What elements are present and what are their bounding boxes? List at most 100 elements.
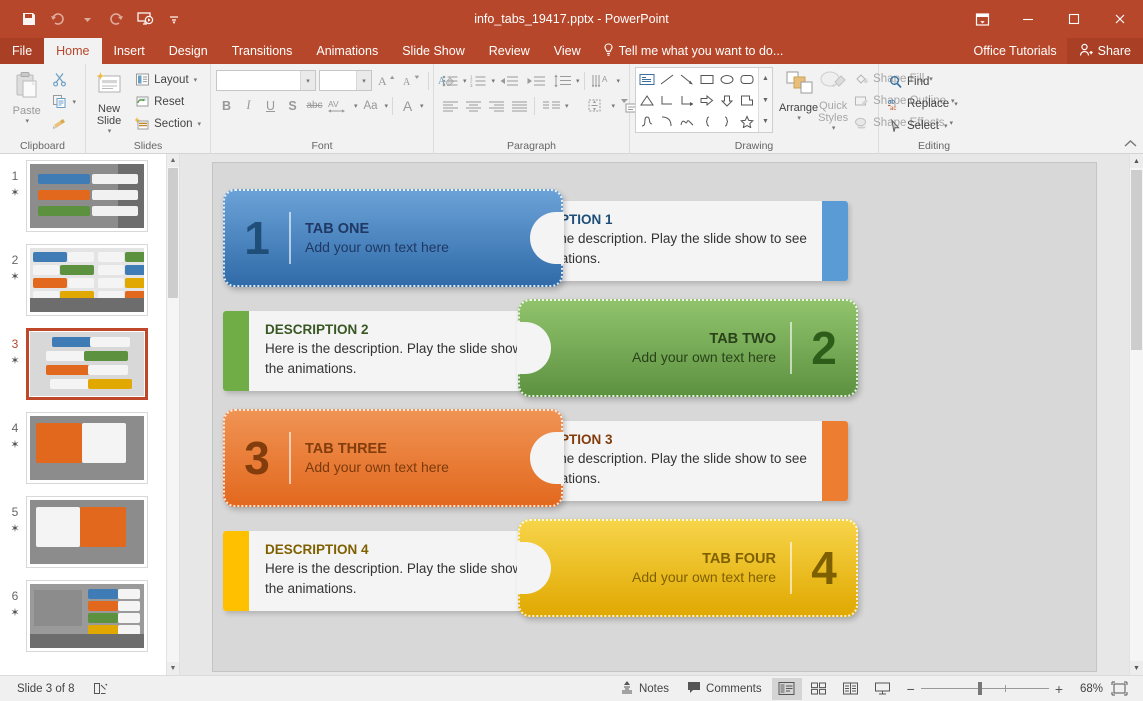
increase-indent-button[interactable] (523, 70, 549, 91)
reading-view-button[interactable] (836, 678, 866, 700)
shapes-gallery[interactable]: ▲ ▼ ▼ (635, 67, 773, 133)
section-dropdown-icon[interactable]: ▾ (197, 120, 201, 128)
shape-curve-icon[interactable] (677, 111, 697, 132)
zoom-handle[interactable] (978, 682, 982, 695)
paste-dropdown-icon[interactable]: ▾ (25, 117, 29, 125)
slide-thumbnail-item[interactable]: 1✶ (0, 160, 179, 232)
ribbon-tab-home[interactable]: Home (44, 38, 101, 64)
thumbnail-frame[interactable] (26, 496, 148, 568)
align-center-button[interactable] (462, 95, 484, 116)
info-tab-row[interactable]: DESCRIPTION 3Here is the description. Pl… (213, 409, 1096, 507)
numbering-button[interactable]: 123 (468, 70, 490, 91)
slide-thumbnail-item[interactable]: 5✶ (0, 496, 179, 568)
slide-thumbnail-pane[interactable]: 1✶2✶3✶4✶5✶6✶ ▲ ▼ (0, 154, 180, 675)
shape-elbow-connector-icon[interactable] (657, 90, 677, 111)
justify-button[interactable] (508, 95, 530, 116)
numbered-tab[interactable]: 2TAB TWOAdd your own text here (518, 299, 858, 397)
shape-left-brace-icon[interactable] (697, 111, 717, 132)
collapse-ribbon-icon[interactable] (1124, 139, 1137, 151)
gallery-expand-icon[interactable]: ▼ (759, 111, 772, 132)
thumbnail-frame[interactable] (26, 412, 148, 484)
info-tab-row[interactable]: DESCRIPTION 2Here is the description. Pl… (213, 299, 1096, 397)
change-case-dropdown-icon[interactable]: ▾ (385, 102, 389, 110)
ribbon-tab-view[interactable]: View (542, 38, 593, 64)
bold-button[interactable]: B (216, 95, 237, 116)
zoom-out-button[interactable]: − (907, 681, 915, 697)
text-direction-button[interactable]: A (589, 70, 615, 91)
decrease-indent-button[interactable] (496, 70, 522, 91)
font-name-box[interactable]: ▾ (216, 70, 316, 91)
start-presentation-icon[interactable] (132, 6, 158, 32)
new-slide-dropdown-icon[interactable]: ▾ (108, 127, 112, 135)
decrease-font-size-button[interactable]: A (400, 70, 422, 91)
canvas-scroll-up-icon[interactable]: ▲ (1130, 154, 1143, 168)
animation-star-icon[interactable]: ✶ (4, 353, 26, 370)
thumbnail-scroll-down-icon[interactable]: ▼ (167, 662, 179, 675)
align-text-dropdown-icon[interactable]: ▾ (612, 102, 616, 110)
ribbon-tab-animations[interactable]: Animations (304, 38, 390, 64)
thumbnail-scroll-thumb[interactable] (168, 168, 178, 298)
underline-button[interactable]: U (260, 95, 281, 116)
ribbon-tab-design[interactable]: Design (157, 38, 220, 64)
arrange-dropdown-icon[interactable]: ▾ (797, 114, 801, 122)
tell-me-box[interactable]: Tell me what you want to do... (593, 38, 794, 64)
cut-button[interactable] (48, 69, 80, 90)
font-size-dropdown-icon[interactable]: ▾ (356, 71, 371, 90)
zoom-slider[interactable]: − + (907, 681, 1063, 697)
zoom-track[interactable] (921, 688, 1049, 689)
animation-star-icon[interactable]: ✶ (4, 437, 26, 454)
shape-textbox-icon[interactable] (637, 69, 657, 90)
thumbnail-scroll-up-icon[interactable]: ▲ (167, 154, 179, 167)
ribbon-tab-review[interactable]: Review (477, 38, 542, 64)
thumbnail-frame[interactable] (26, 244, 148, 316)
numbered-tab[interactable]: 3TAB THREEAdd your own text here (223, 409, 563, 507)
shape-down-arrow-icon[interactable] (717, 90, 737, 111)
shape-rounded-rectangle-icon[interactable] (737, 69, 757, 90)
ribbon-display-options-icon[interactable] (959, 0, 1005, 38)
info-tab-row[interactable]: DESCRIPTION 4Here is the description. Pl… (213, 519, 1096, 617)
canvas-scroll-thumb[interactable] (1131, 170, 1142, 350)
fit-to-window-button[interactable] (1104, 678, 1134, 700)
columns-button[interactable] (539, 95, 563, 116)
replace-dropdown-icon[interactable]: ▾ (954, 100, 958, 108)
layout-dropdown-icon[interactable]: ▾ (194, 76, 198, 84)
numbered-tab[interactable]: 1TAB ONEAdd your own text here (223, 189, 563, 287)
arrange-button[interactable]: Arrange ▾ (779, 67, 818, 122)
italic-button[interactable]: I (238, 95, 259, 116)
slide-show-button[interactable] (868, 678, 898, 700)
close-icon[interactable] (1097, 0, 1143, 38)
layout-button[interactable]: Layout ▾ (131, 69, 205, 90)
shapes-gallery-scrollbar[interactable]: ▲ ▼ ▼ (758, 68, 772, 132)
columns-dropdown-icon[interactable]: ▾ (565, 102, 569, 110)
new-slide-button[interactable]: New Slide ▾ (91, 68, 127, 135)
canvas-scroll-down-icon[interactable]: ▼ (1130, 661, 1143, 675)
normal-view-button[interactable] (772, 678, 802, 700)
increase-font-size-button[interactable]: A (375, 70, 397, 91)
zoom-in-button[interactable]: + (1055, 681, 1063, 697)
info-tab-row[interactable]: DESCRIPTION 1Here is the description. Pl… (213, 189, 1096, 287)
section-button[interactable]: Section ▾ (131, 113, 205, 134)
save-icon[interactable] (16, 6, 42, 32)
slide-thumbnail-item[interactable]: 3✶ (0, 328, 179, 400)
canvas-vertical-scrollbar[interactable]: ▲ ▼ (1129, 154, 1143, 675)
animation-star-icon[interactable]: ✶ (4, 605, 26, 622)
text-direction-dropdown-icon[interactable]: ▾ (617, 77, 621, 85)
notes-button[interactable]: Notes (611, 677, 678, 701)
find-button[interactable]: Find (884, 71, 962, 92)
shape-elbow-arrow-icon[interactable] (677, 90, 697, 111)
share-button[interactable]: Share (1067, 38, 1143, 64)
align-left-button[interactable] (439, 95, 461, 116)
character-spacing-dropdown-icon[interactable]: ▾ (354, 102, 358, 110)
ribbon-tab-transitions[interactable]: Transitions (220, 38, 305, 64)
slide-thumbnail-item[interactable]: 2✶ (0, 244, 179, 316)
font-color-button[interactable]: A (397, 95, 418, 116)
animation-star-icon[interactable]: ✶ (4, 269, 26, 286)
reset-button[interactable]: Reset (131, 91, 205, 112)
ribbon-tab-file[interactable]: File (0, 38, 44, 64)
align-text-button[interactable] (584, 95, 610, 116)
thumbnail-scrollbar[interactable]: ▲ ▼ (166, 154, 179, 675)
replace-button[interactable]: abac Replace ▾ (884, 93, 962, 114)
undo-dropdown-icon[interactable] (74, 6, 100, 32)
zoom-level-label[interactable]: 68% (1071, 683, 1103, 695)
change-case-button[interactable]: Aa (359, 95, 383, 116)
